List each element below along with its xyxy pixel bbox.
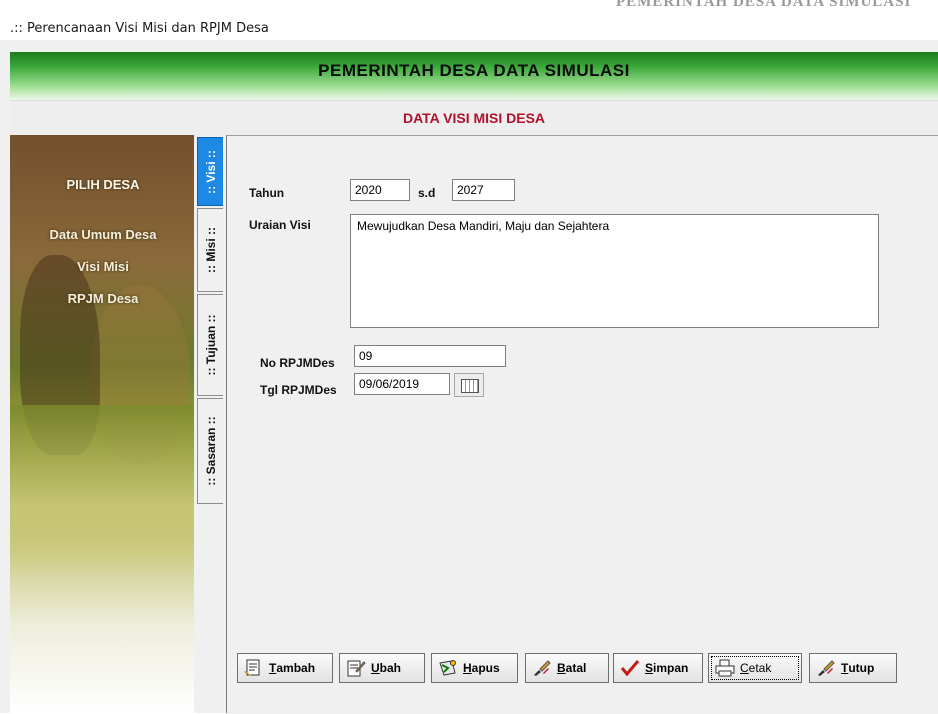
tab-misi-label: :: Misi :: bbox=[203, 227, 218, 273]
tutup-button[interactable]: Tutup bbox=[809, 653, 897, 683]
subheader: DATA VISI MISI DESA bbox=[10, 100, 938, 136]
close-brush-icon bbox=[816, 659, 836, 677]
cetak-button[interactable]: Cetak bbox=[708, 653, 802, 683]
page-subtitle: DATA VISI MISI DESA bbox=[402, 110, 546, 126]
field-image bbox=[0, 405, 194, 575]
window-title: .:: Perencanaan Visi Misi dan RPJM Desa bbox=[10, 21, 269, 36]
tahun-label: Tahun bbox=[249, 186, 285, 200]
tgl-rpjmdes-label: Tgl RPJMDes bbox=[260, 383, 337, 397]
sidebar: PILIH DESA Data Umum Desa Visi Misi RPJM… bbox=[0, 135, 194, 713]
uraian-visi-label: Uraian Visi bbox=[249, 218, 311, 232]
tab-tujuan-label: :: Tujuan :: bbox=[203, 314, 218, 376]
tab-sasaran[interactable]: :: Sasaran :: bbox=[197, 398, 223, 504]
no-rpjmdes-label: No RPJMDes bbox=[260, 356, 335, 370]
tab-visi[interactable]: :: Visi :: bbox=[197, 137, 223, 206]
tab-sasaran-label: :: Sasaran :: bbox=[203, 416, 218, 486]
calendar-icon bbox=[461, 379, 479, 393]
ubah-button[interactable]: Ubah bbox=[339, 653, 425, 683]
add-document-icon bbox=[244, 659, 264, 677]
background-window-title: PEMERINTAH DESA DATA SIMULASI bbox=[616, 0, 912, 10]
hapus-button[interactable]: Hapus bbox=[431, 653, 518, 683]
uraian-visi-textarea[interactable]: Mewujudkan Desa Mandiri, Maju dan Sejaht… bbox=[350, 214, 879, 328]
edit-document-icon bbox=[346, 659, 366, 677]
simpan-button[interactable]: Simpan bbox=[613, 653, 703, 683]
checkmark-icon bbox=[620, 659, 640, 677]
tahun-start-input[interactable] bbox=[350, 179, 410, 201]
title-bar: PEMERINTAH DESA DATA SIMULASI .:: Perenc… bbox=[0, 0, 938, 40]
delete-icon bbox=[438, 659, 458, 677]
app-window: PEMERINTAH DESA DATA SIMULASI .:: Perenc… bbox=[0, 0, 938, 714]
date-picker-button[interactable] bbox=[454, 373, 484, 397]
tambah-button[interactable]: Tambah bbox=[237, 653, 333, 683]
tgl-rpjmdes-input[interactable] bbox=[354, 373, 450, 395]
tahun-end-input[interactable] bbox=[452, 179, 515, 201]
sidebar-item-visi-misi[interactable]: Visi Misi bbox=[14, 259, 192, 274]
sidebar-item-data-umum-desa[interactable]: Data Umum Desa bbox=[14, 227, 192, 242]
tab-tujuan[interactable]: :: Tujuan :: bbox=[197, 294, 223, 396]
sidebar-item-rpjm-desa[interactable]: RPJM Desa bbox=[14, 291, 192, 306]
vertical-tab-strip: :: Visi :: :: Misi :: :: Tujuan :: :: Sa… bbox=[194, 135, 227, 713]
page-title: PEMERINTAH DESA DATA SIMULASI bbox=[318, 61, 630, 80]
no-rpjmdes-input[interactable] bbox=[354, 345, 506, 367]
sidebar-title: PILIH DESA bbox=[66, 177, 140, 192]
tab-visi-label: :: Visi :: bbox=[203, 149, 218, 194]
printer-icon bbox=[715, 659, 735, 677]
tab-misi[interactable]: :: Misi :: bbox=[197, 208, 223, 292]
batal-button[interactable]: Batal bbox=[525, 653, 609, 683]
cancel-brush-icon bbox=[532, 659, 552, 677]
header-banner: PEMERINTAH DESA DATA SIMULASI bbox=[10, 52, 938, 100]
sd-label: s.d bbox=[418, 186, 436, 200]
